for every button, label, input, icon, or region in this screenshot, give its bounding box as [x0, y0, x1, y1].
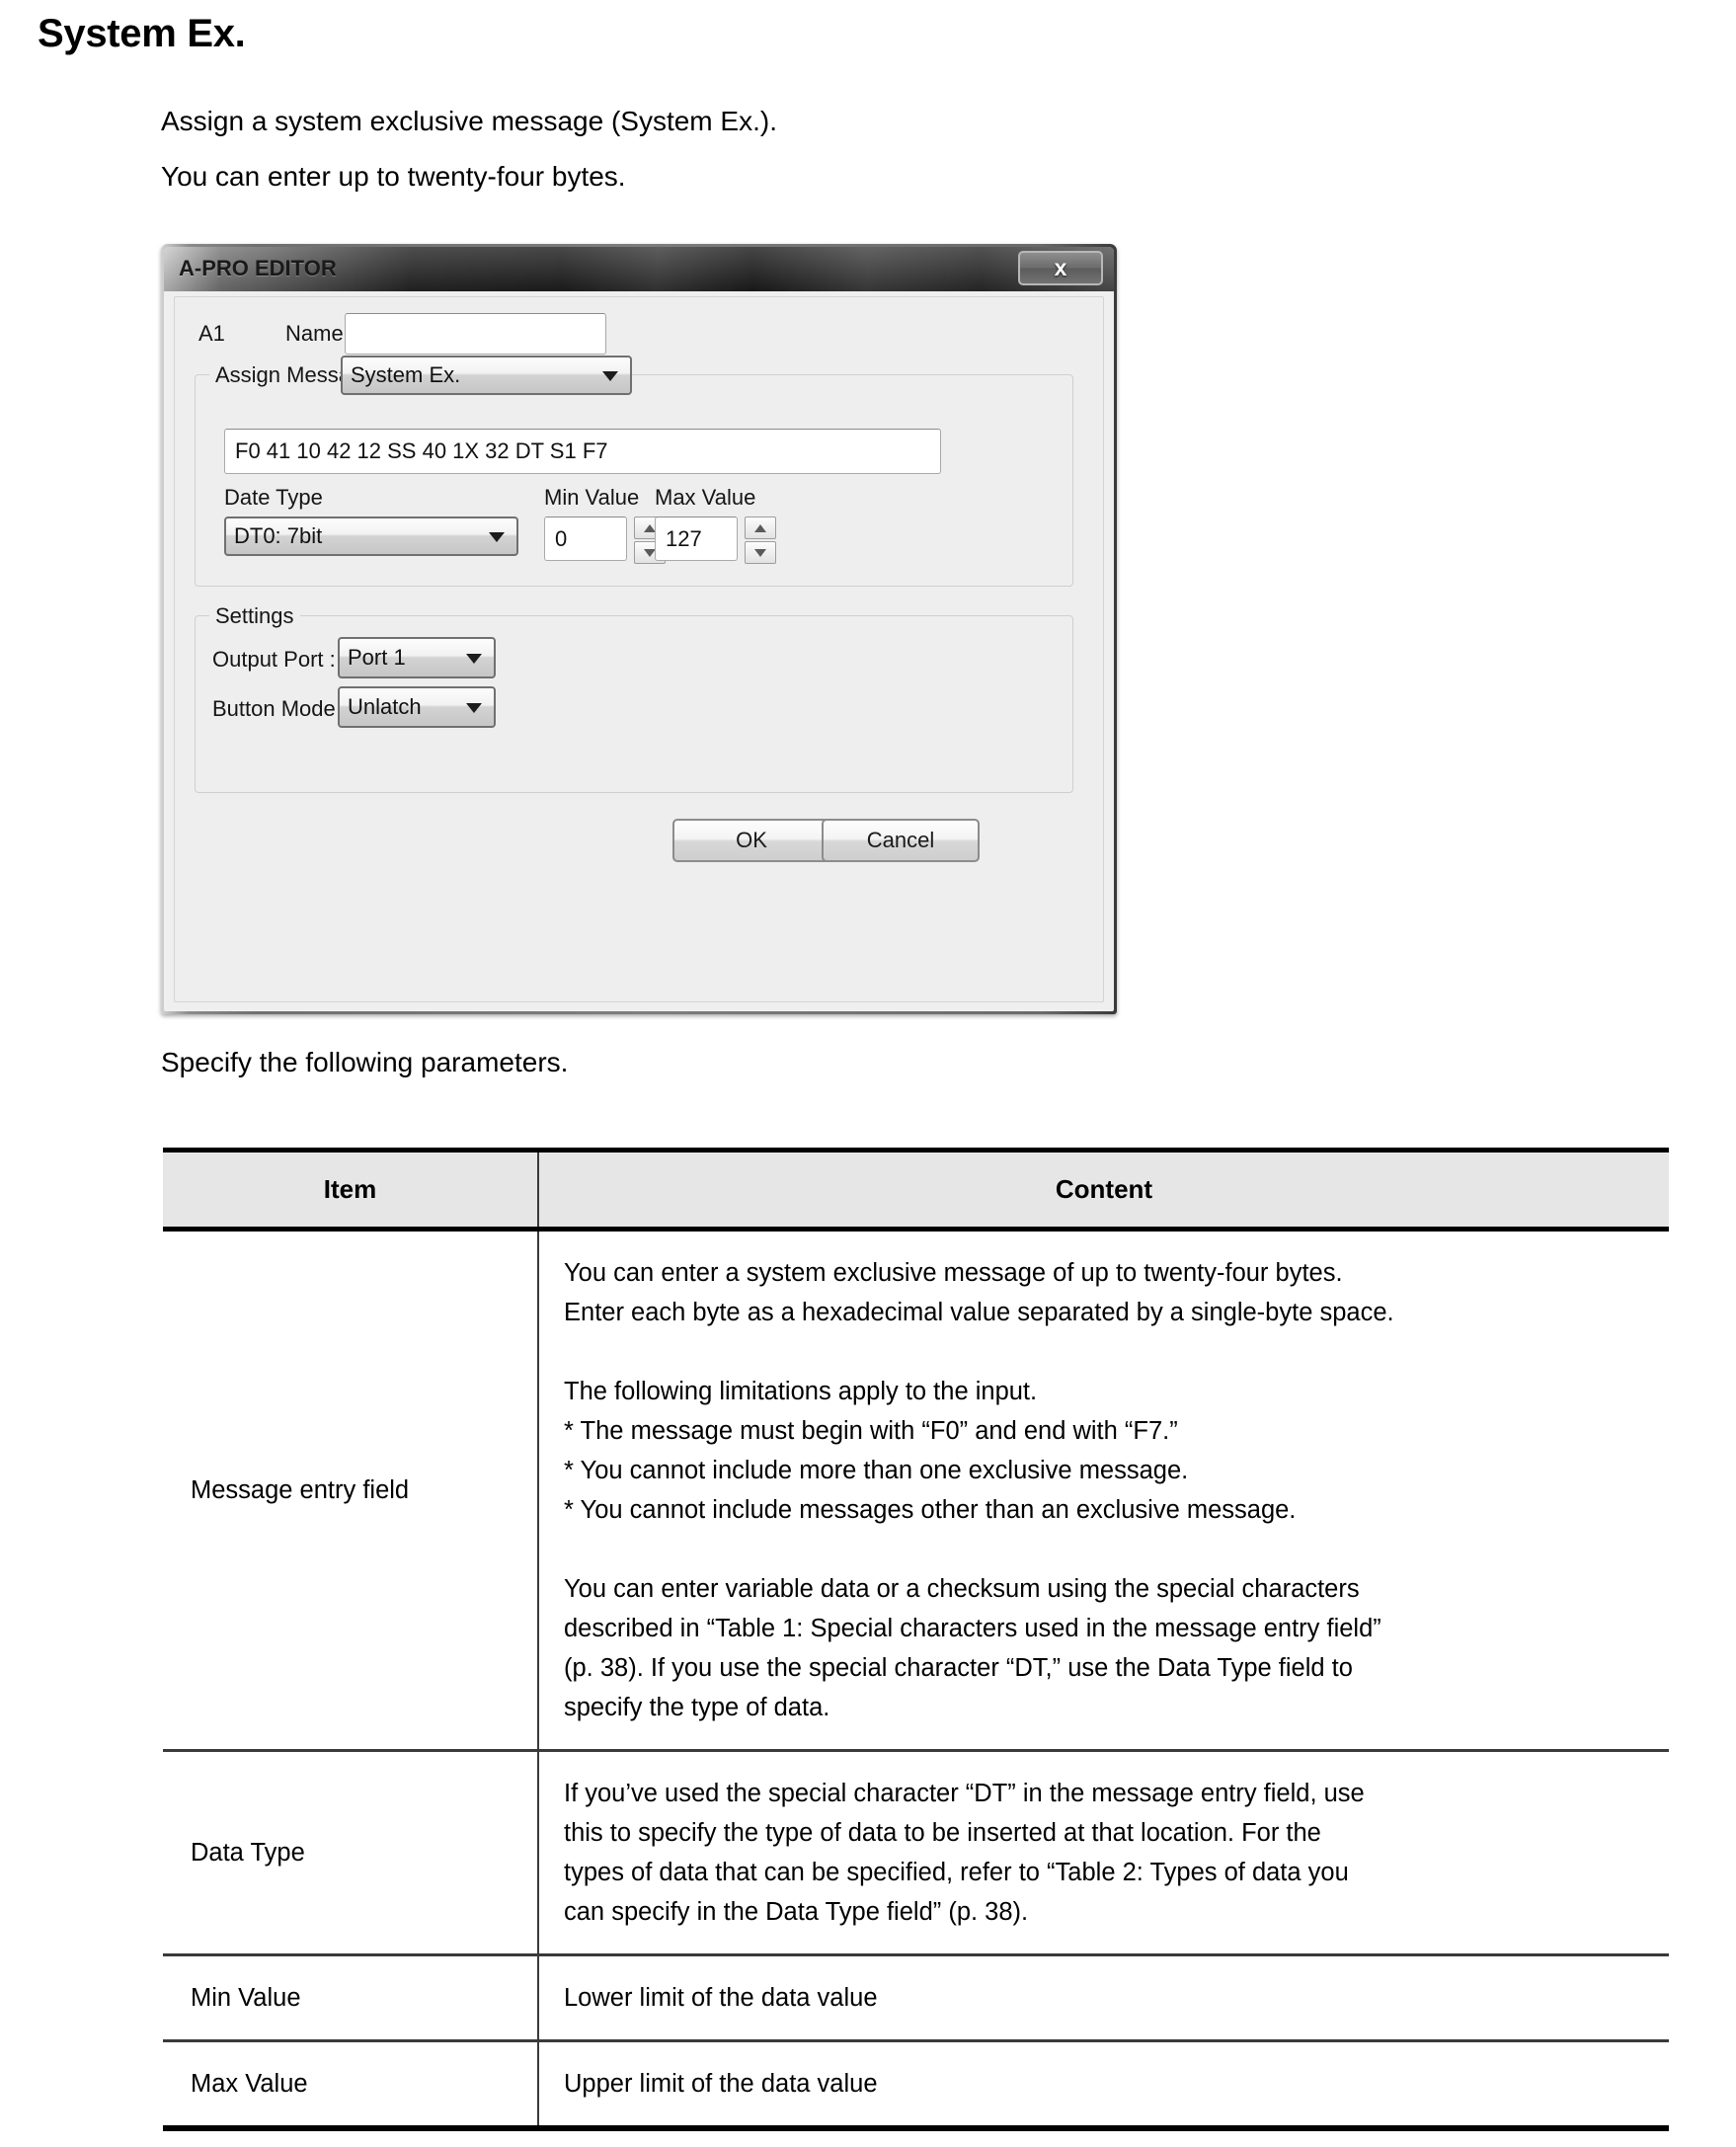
table-row: Message entry field You can enter a syste… [163, 1229, 1669, 1752]
date-type-label: Date Type [224, 485, 323, 510]
table-cell-item: Data Type [163, 1750, 539, 1956]
assign-message-select[interactable]: System Ex. [341, 356, 632, 395]
chevron-down-icon [602, 371, 618, 381]
table-row: Min Value Lower limit of the data value [163, 1954, 1669, 2042]
message-entry-input[interactable]: F0 41 10 42 12 SS 40 1X 32 DT S1 F7 [224, 429, 941, 474]
a-pro-editor-dialog: A-PRO EDITOR x A1 Name : Assign Message … [161, 244, 1117, 1014]
max-value-increment-button[interactable] [745, 517, 776, 539]
settings-group-label: Settings [209, 603, 300, 629]
table-cell-content: You can enter a system exclusive message… [538, 1229, 1669, 1752]
column-header-item: Item [163, 1148, 539, 1232]
dialog-body: A1 Name : Assign Message : System Ex. F0… [174, 296, 1104, 1002]
caret-up-icon [754, 523, 766, 532]
name-input[interactable] [345, 313, 606, 355]
table-cell-item: Max Value [163, 2040, 539, 2131]
min-value-input[interactable]: 0 [544, 517, 627, 561]
max-value-stepper[interactable] [745, 517, 776, 564]
intro-paragraph: Assign a system exclusive message (Syste… [161, 106, 777, 192]
chevron-down-icon [466, 703, 482, 713]
dialog-titlebar: A-PRO EDITOR x [164, 247, 1114, 291]
button-mode-label: Button Mode : [212, 696, 348, 721]
dialog-frame: A-PRO EDITOR x A1 Name : Assign Message … [164, 247, 1114, 1011]
button-mode-value: Unlatch [348, 694, 422, 719]
table-cell-content: If you’ve used the special character “DT… [538, 1750, 1669, 1956]
column-header-content: Content [538, 1148, 1669, 1232]
output-port-value: Port 1 [348, 645, 406, 670]
close-icon-glyph: x [1054, 255, 1067, 280]
button-mode-select[interactable]: Unlatch [338, 686, 496, 728]
cancel-button[interactable]: Cancel [822, 819, 980, 862]
table-row: Max Value Upper limit of the data value [163, 2040, 1669, 2131]
chevron-down-icon [489, 532, 505, 542]
output-port-label: Output Port : [212, 647, 336, 672]
max-value-decrement-button[interactable] [745, 541, 776, 564]
table-cell-item: Message entry field [163, 1229, 539, 1752]
date-type-value: DT0: 7bit [234, 523, 323, 548]
assign-message-value: System Ex. [351, 362, 461, 387]
max-value-input[interactable]: 127 [655, 517, 738, 561]
close-icon[interactable]: x [1018, 251, 1103, 285]
table-cell-content: Upper limit of the data value [538, 2040, 1669, 2131]
chevron-down-icon [466, 654, 482, 664]
table-row: Data Type If you’ve used the special char… [163, 1750, 1669, 1956]
parameters-table: Item Content Message entry field You can … [163, 1148, 1669, 2131]
slot-label: A1 [198, 321, 225, 346]
page-title: System Ex. [38, 12, 246, 55]
table-caption: Specify the following parameters. [161, 1047, 569, 1077]
max-value-label: Max Value [655, 485, 756, 510]
caret-down-icon [754, 548, 766, 557]
table-cell-item: Min Value [163, 1954, 539, 2042]
dialog-title-text: A-PRO EDITOR [179, 256, 337, 280]
output-port-select[interactable]: Port 1 [338, 637, 496, 678]
table-header-row: Item Content [163, 1148, 1669, 1232]
table-cell-content: Lower limit of the data value [538, 1954, 1669, 2042]
ok-button[interactable]: OK [672, 819, 830, 862]
min-value-label: Min Value [544, 485, 640, 510]
date-type-select[interactable]: DT0: 7bit [224, 517, 518, 556]
